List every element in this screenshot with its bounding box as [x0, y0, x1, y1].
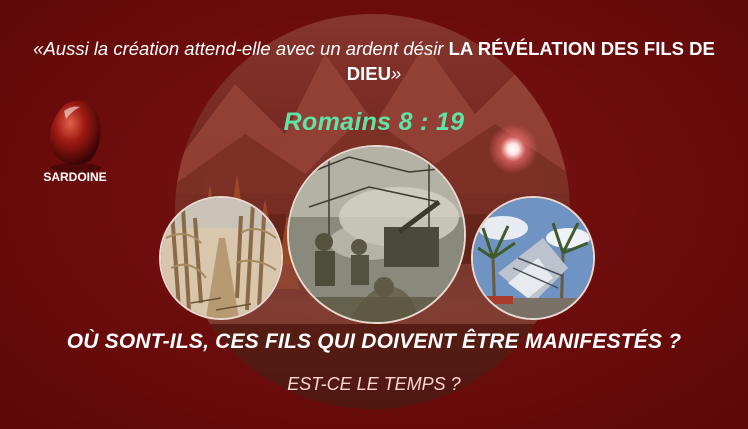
storm-damaged-building-photo [471, 196, 595, 320]
quote-close-mark: » [390, 63, 402, 84]
gem-label: SARDOINE [43, 170, 107, 184]
subtitle-question: EST-CE LE TEMPS ? [287, 374, 461, 394]
quote-open-mark: « [33, 38, 44, 59]
withered-cornfield-photo [159, 196, 283, 320]
quote-intro: Aussi la création attend-elle avec un ar… [43, 38, 449, 59]
light-flare [488, 124, 538, 174]
graphic-canvas: «Aussi la création attend-elle avec un a… [0, 0, 748, 429]
sardonyx-gem-icon [36, 95, 116, 175]
soldiers-artillery-photo [287, 145, 466, 324]
headline-question: OÙ SONT-ILS, CES FILS QUI DOIVENT ÊTRE M… [66, 330, 682, 353]
scripture-quote: «Aussi la création attend-elle avec un a… [20, 36, 728, 86]
